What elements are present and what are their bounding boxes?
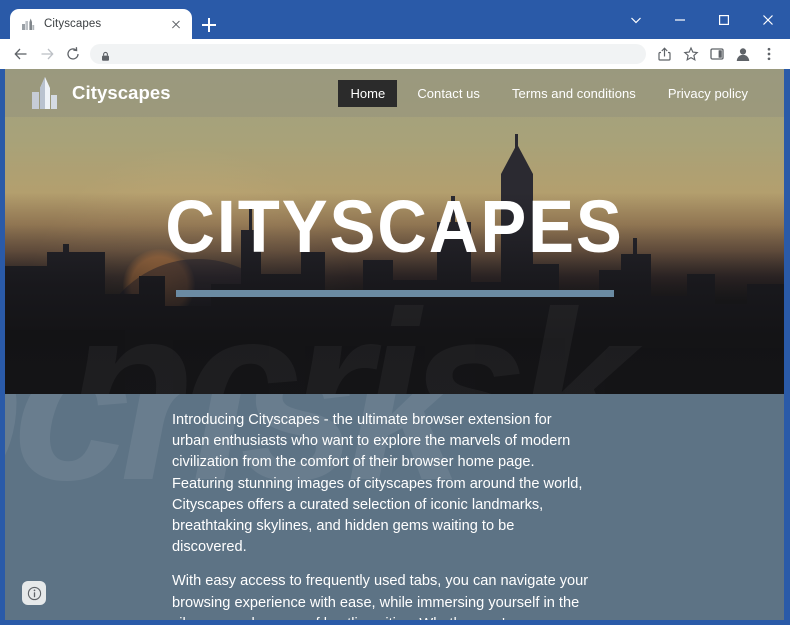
browser-tab[interactable]: Cityscapes — [10, 9, 192, 39]
info-badge-button[interactable] — [22, 581, 46, 605]
paragraph-1: Introducing Cityscapes - the ultimate br… — [172, 412, 583, 556]
side-panel-icon[interactable] — [704, 41, 730, 67]
brand[interactable]: Cityscapes — [31, 76, 171, 110]
share-icon[interactable] — [652, 41, 678, 67]
back-arrow-icon[interactable] — [8, 41, 34, 67]
browser-toolbar — [0, 39, 790, 69]
hero-divider-bar — [175, 290, 614, 297]
site-header: Cityscapes Home Contact us Terms and con… — [5, 69, 784, 117]
minimize-icon[interactable] — [658, 0, 702, 39]
tab-close-icon[interactable] — [168, 16, 184, 32]
nav-item-contact[interactable]: Contact us — [405, 80, 492, 107]
paragraph-2: With easy access to frequently used tabs… — [172, 573, 589, 620]
cityscape-logo-icon — [32, 77, 57, 109]
reload-icon[interactable] — [60, 41, 86, 67]
hero-content: CITYSCAPES — [5, 69, 784, 394]
hero-title: CITYSCAPES — [165, 185, 624, 268]
profile-avatar-icon[interactable] — [730, 41, 756, 67]
new-tab-button[interactable] — [198, 14, 220, 36]
close-window-icon[interactable] — [746, 0, 790, 39]
site-nav: Home Contact us Terms and conditions Pri… — [338, 79, 760, 107]
brand-name: Cityscapes — [72, 82, 171, 103]
lock-icon — [100, 49, 111, 61]
address-bar[interactable] — [90, 44, 646, 64]
chevron-down-icon[interactable] — [614, 0, 658, 39]
forward-arrow-icon — [34, 41, 60, 67]
maximize-icon[interactable] — [702, 0, 746, 39]
nav-item-privacy[interactable]: Privacy policy — [656, 80, 760, 107]
nav-item-home[interactable]: Home — [338, 79, 398, 107]
page-viewport: pcrisk Cityscapes Home Contact us Terms … — [5, 69, 784, 620]
tab-title: Cityscapes — [44, 18, 102, 30]
hero-banner: pcrisk Cityscapes Home Contact us Terms … — [5, 69, 784, 394]
page-content: pcrisk Introducing Cityscapes - the ulti… — [5, 394, 784, 620]
three-dots-menu-icon[interactable] — [756, 41, 782, 67]
tab-strip: Cityscapes — [0, 0, 790, 39]
browser-window: Cityscapes Cityscapes Home Contact us Te… — [0, 0, 790, 625]
skyline-favicon-icon — [20, 16, 36, 32]
window-controls — [614, 0, 790, 39]
star-icon[interactable] — [678, 41, 704, 67]
intro-copy: Introducing Cityscapes - the ultimate br… — [172, 410, 592, 620]
info-icon — [27, 586, 41, 600]
nav-item-terms[interactable]: Terms and conditions — [500, 80, 648, 107]
